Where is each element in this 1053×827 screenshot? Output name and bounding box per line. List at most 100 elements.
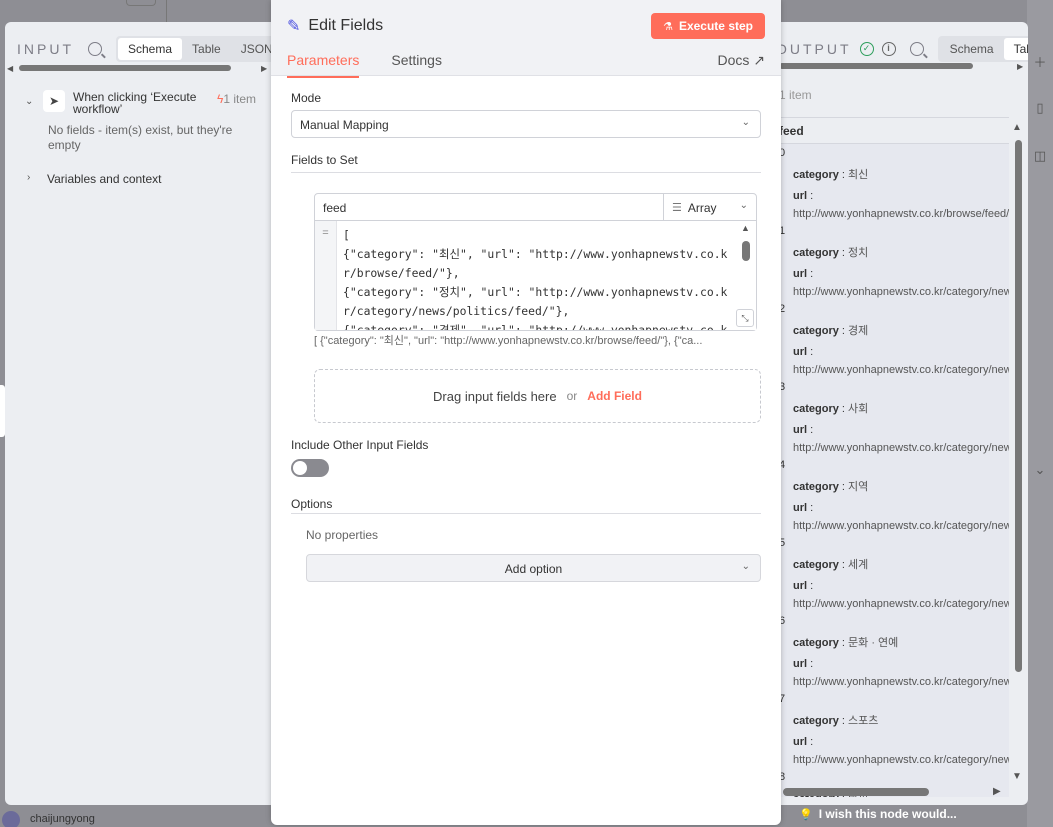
output-vertical-scrollbar[interactable]: ▲ ▼ [1012, 122, 1024, 782]
tab-table[interactable]: Table [182, 38, 231, 60]
category-value: 정치 [848, 247, 869, 259]
modal-tabs: Parameters Settings [287, 52, 474, 78]
canvas-divider [166, 0, 167, 22]
chevron-down-icon[interactable]: ⌄ [25, 96, 39, 107]
category-entry: category : 지역 [793, 481, 869, 493]
url-value: http://www.yonhapnewstv.co.kr/category/n… [793, 754, 1009, 766]
category-entry: category : 문화 · 연예 [793, 637, 899, 649]
scrollbar-thumb[interactable] [19, 65, 231, 71]
output-row: 7 category : 스포츠 url : http://www.yonhapne… [779, 690, 1009, 768]
column-header: feed [779, 118, 1009, 144]
url-value: http://www.yonhapnewstv.co.kr/category/n… [793, 286, 1009, 298]
plus-icon[interactable]: ＋ [1031, 52, 1049, 70]
tab-settings[interactable]: Settings [391, 52, 442, 78]
output-title: OUTPUT [779, 41, 852, 57]
include-other-fields-toggle[interactable] [291, 459, 329, 477]
scroll-down-icon[interactable]: ▼ [1012, 771, 1022, 782]
trigger-node-row[interactable]: ⌄ ➤ When clicking ‘Execute workflow’ ϟ1 … [25, 90, 265, 115]
execute-step-button[interactable]: ⚗ Execute step [651, 13, 765, 39]
code-line: r/category/news/politics/feed/"}, [343, 304, 570, 318]
user-name: chaijungyong [30, 813, 95, 825]
field-type-select[interactable]: ☰ Array ⌄ [664, 194, 756, 221]
category-entry: category : 세계 [793, 559, 869, 571]
add-field-button[interactable]: Add Field [587, 389, 642, 403]
field-assignment: feed ☰ Array ⌄ = [{"category": "최신", "ur… [314, 193, 757, 331]
lightbulb-icon: 💡 [799, 808, 813, 821]
mode-label: Mode [291, 91, 322, 105]
include-other-fields-label: Include Other Input Fields [291, 438, 429, 452]
code-line: [ [343, 228, 350, 242]
url-entry: url : http://www.yonhapnewstv.co.kr/brow… [793, 190, 1009, 220]
drop-fields-zone[interactable]: Drag input fields here or Add Field [314, 369, 761, 423]
category-entry: category : 사회 [793, 403, 869, 415]
tab-table[interactable]: Table [1003, 38, 1028, 60]
chevron-down-icon: ⌄ [741, 117, 750, 128]
scrollbar-thumb[interactable] [779, 63, 973, 69]
tab-schema[interactable]: Schema [940, 38, 1004, 60]
category-entry: category : 정치 [793, 247, 869, 259]
feedback-text: I wish this node would... [818, 807, 957, 821]
search-icon[interactable] [88, 42, 102, 56]
field-value-editor[interactable]: = [{"category": "최신", "url": "http://www… [315, 221, 756, 330]
tab-schema[interactable]: Schema [118, 38, 183, 60]
modal-header: ✎ Edit Fields ⚗ Execute step Parameters … [271, 0, 781, 78]
add-option-button[interactable]: Add option ⌄ [306, 554, 761, 582]
output-panel-header: OUTPUT ✓ i Schema Table [779, 36, 1028, 62]
modal-title-text[interactable]: Edit Fields [308, 17, 383, 35]
feedback-link[interactable]: 💡 I wish this node would... [799, 807, 957, 821]
scroll-right-icon[interactable]: ▶ [993, 786, 1001, 797]
url-entry: url : http://www.yonhapnewstv.co.kr/cate… [793, 655, 1009, 691]
url-entry: url : http://www.yonhapnewstv.co.kr/cate… [793, 343, 1009, 379]
flask-icon: ⚗ [663, 20, 673, 33]
divider [291, 513, 761, 514]
scroll-right-icon[interactable]: ▶ [261, 64, 267, 73]
scrollbar-thumb[interactable] [742, 241, 750, 261]
output-horizontal-scrollbar[interactable]: ▶ [779, 62, 1028, 71]
avatar[interactable] [2, 811, 20, 827]
info-icon[interactable]: i [881, 42, 896, 56]
category-value: 사회 [848, 403, 869, 415]
input-panel: INPUT Schema Table JSON ◀ ▶ ⌄ ➤ When cli… [5, 22, 285, 805]
input-horizontal-scrollbar[interactable]: ◀ ▶ [5, 64, 273, 73]
scroll-left-icon[interactable]: ◀ [7, 64, 13, 73]
or-text: or [566, 389, 578, 403]
input-panel-header: INPUT Schema Table JSON [17, 36, 285, 62]
sticky-note-icon[interactable]: ▯ [1031, 100, 1049, 118]
panel-icon[interactable]: ◫ [1031, 148, 1049, 166]
panel-resize-handle[interactable] [0, 385, 5, 437]
tab-parameters[interactable]: Parameters [287, 52, 360, 78]
execute-step-label: Execute step [678, 19, 753, 33]
trigger-node-label: When clicking ‘Execute workflow’ [73, 90, 197, 116]
output-view-tabs: Schema Table [937, 36, 1028, 62]
code-line: {"category": "정치", "url": "http://www.yo… [343, 285, 728, 299]
mode-select[interactable]: Manual Mapping ⌄ [291, 110, 761, 138]
chevron-down-icon[interactable]: ⌄ [1031, 462, 1049, 480]
canvas-right-toolbar: ＋ ▯ ◫ ⌄ [1027, 0, 1053, 827]
scroll-right-icon[interactable]: ▶ [1017, 62, 1023, 71]
scroll-up-icon[interactable]: ▲ [1012, 122, 1022, 133]
code-line: r/browse/feed/"}, [343, 266, 460, 280]
url-value: http://www.yonhapnewstv.co.kr/category/n… [793, 442, 1009, 454]
scroll-up-icon[interactable]: ▲ [741, 223, 750, 233]
url-value: http://www.yonhapnewstv.co.kr/category/n… [793, 598, 1009, 610]
field-name-input[interactable]: feed [315, 194, 664, 221]
scrollbar-thumb[interactable] [783, 788, 929, 796]
output-row: 4 category : 지역 url : http://www.yonhapnew… [779, 456, 1009, 534]
output-row: 6 category : 문화 · 연예 url : http://www.yonh… [779, 612, 1009, 690]
docs-link[interactable]: Docs ↗ [717, 52, 765, 69]
code-line: {"category": "최신", "url": "http://www.yo… [343, 247, 728, 261]
edit-fields-modal: ✎ Edit Fields ⚗ Execute step Parameters … [271, 0, 781, 825]
cursor-icon: ➤ [43, 90, 65, 112]
success-check-icon: ✓ [859, 42, 874, 56]
code-content[interactable]: [ {"category": "최신", "url": "http://www.y… [343, 226, 733, 330]
fields-to-set-label: Fields to Set [291, 153, 358, 167]
search-icon[interactable] [909, 42, 924, 56]
variables-context-toggle[interactable]: › Variables and context [27, 172, 162, 186]
expand-editor-icon[interactable]: ⤡ [736, 309, 754, 327]
output-bottom-scrollbar[interactable]: ▶ [779, 786, 1009, 797]
external-link-icon: ↗ [753, 52, 765, 68]
options-label: Options [291, 497, 333, 511]
url-value: http://www.yonhapnewstv.co.kr/browse/fee… [793, 208, 1009, 220]
url-value: http://www.yonhapnewstv.co.kr/category/n… [793, 364, 1009, 376]
scrollbar-thumb[interactable] [1015, 140, 1022, 672]
